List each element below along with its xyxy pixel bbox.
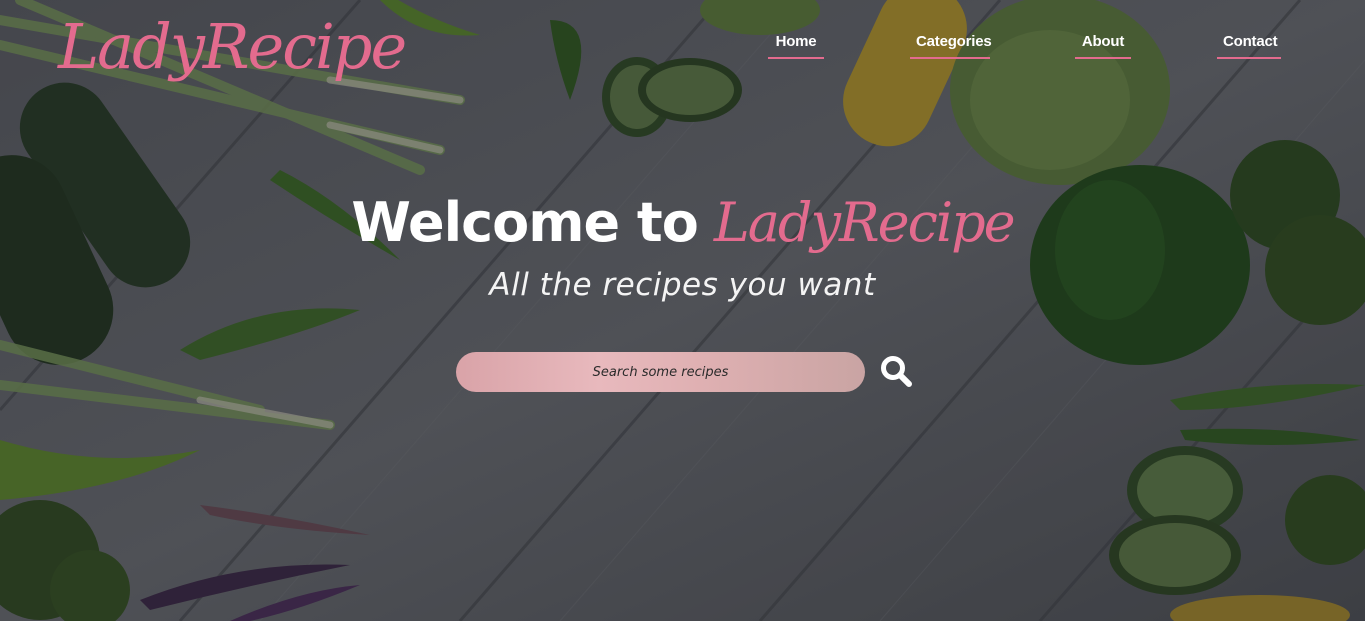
- hero-section: LadyRecipe Home Categories About Contact…: [0, 0, 1365, 621]
- hero-tagline: All the recipes you want: [489, 267, 876, 303]
- nav-link-contact[interactable]: Contact: [1217, 26, 1281, 59]
- nav-link-categories[interactable]: Categories: [910, 26, 992, 59]
- search-icon: [881, 356, 912, 387]
- main-navigation: Home Categories About Contact: [0, 26, 1365, 66]
- nav-link-about[interactable]: About: [1075, 26, 1131, 59]
- background-overlay: [0, 0, 1365, 621]
- nav-link-home[interactable]: Home: [768, 26, 824, 59]
- search-button[interactable]: [878, 354, 914, 390]
- welcome-prefix: Welcome to: [351, 191, 698, 254]
- welcome-brand: LadyRecipe: [713, 191, 1016, 254]
- search-input[interactable]: [456, 352, 865, 392]
